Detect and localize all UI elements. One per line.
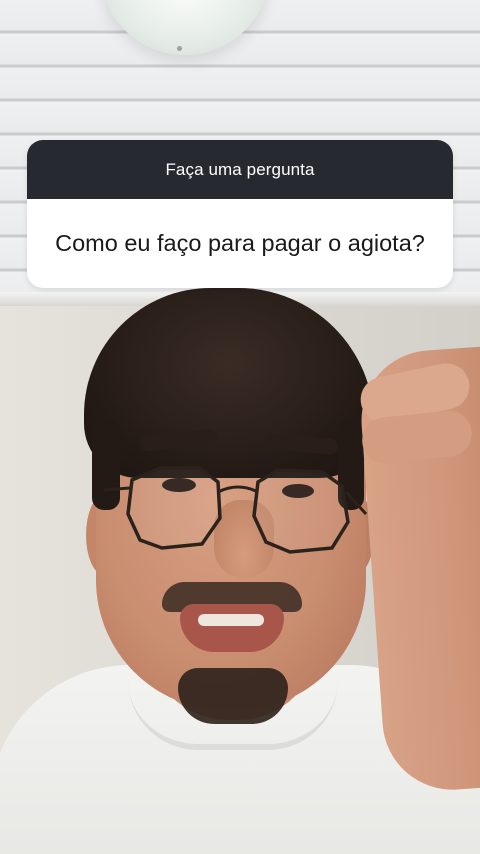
mouth xyxy=(180,604,284,652)
story-screen: Faça uma pergunta Como eu faço para paga… xyxy=(0,0,480,854)
teeth xyxy=(198,614,264,626)
question-sticker[interactable]: Faça uma pergunta Como eu faço para paga… xyxy=(27,140,453,288)
lamp-dot xyxy=(177,46,182,51)
question-sticker-header: Faça uma pergunta xyxy=(27,140,453,199)
glasses xyxy=(103,466,368,554)
question-sticker-text: Como eu faço para pagar o agiota? xyxy=(55,230,425,256)
goatee xyxy=(178,668,288,724)
